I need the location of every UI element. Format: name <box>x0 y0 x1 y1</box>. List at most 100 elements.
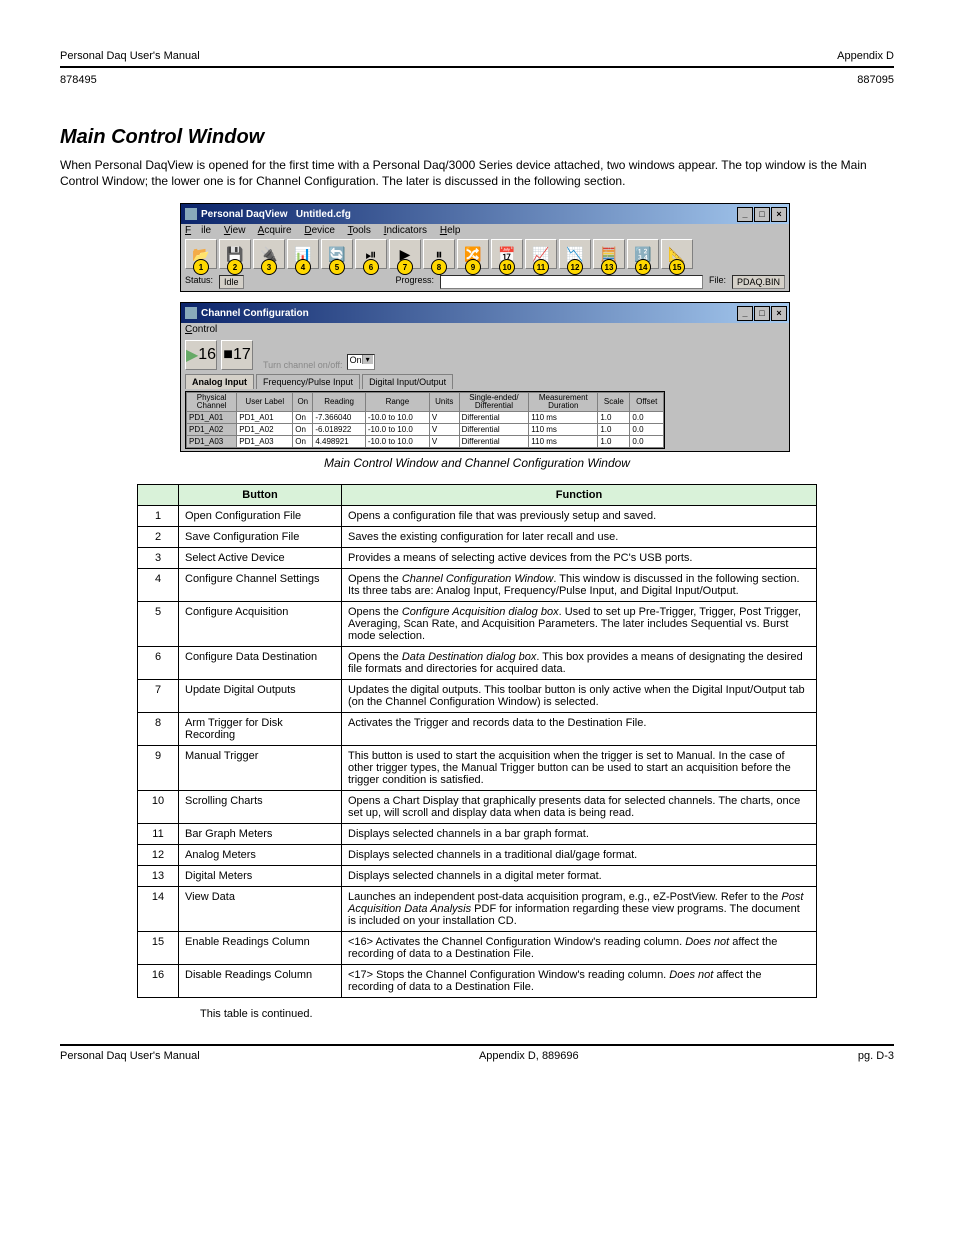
close-button[interactable]: × <box>771 306 787 321</box>
desc-num: 1 <box>138 506 179 527</box>
desc-row: 1Open Configuration FileOpens a configur… <box>138 506 817 527</box>
toolbar-button-8[interactable]: ⏸8 <box>423 239 455 269</box>
desc-function: Activates the Trigger and records data t… <box>342 713 817 746</box>
col-header: Offset <box>630 393 664 412</box>
file-label: File: <box>709 275 726 289</box>
desc-num: 5 <box>138 602 179 647</box>
toolbar-button-9[interactable]: 🔀9 <box>457 239 489 269</box>
maximize-button[interactable]: □ <box>754 306 770 321</box>
desc-function: Opens the Data Destination dialog box. T… <box>342 647 817 680</box>
desc-num: 2 <box>138 527 179 548</box>
col-header: MeasurementDuration <box>529 393 598 412</box>
channel-grid[interactable]: PhysicalChannelUser LabelOnReadingRangeU… <box>185 391 665 449</box>
close-button[interactable]: × <box>771 207 787 222</box>
menubar: Control <box>181 323 789 336</box>
minimize-button[interactable]: _ <box>737 306 753 321</box>
toolbar-button-5[interactable]: 🔄5 <box>321 239 353 269</box>
progress-label: Progress: <box>396 275 435 289</box>
minimize-button[interactable]: _ <box>737 207 753 222</box>
desc-num: 3 <box>138 548 179 569</box>
desc-button-name: Open Configuration File <box>179 506 342 527</box>
menu-control[interactable]: Control <box>185 324 217 335</box>
toolbar-button-10[interactable]: 📅10 <box>491 239 523 269</box>
desc-num: 11 <box>138 824 179 845</box>
toolbar-button-1[interactable]: 📂1 <box>185 239 217 269</box>
header-right: Appendix D <box>837 50 894 62</box>
table-row[interactable]: PD1_A03PD1_A03On4.498921-10.0 to 10.0VDi… <box>187 436 664 448</box>
toolbar-button-4[interactable]: 📊4 <box>287 239 319 269</box>
desc-button-name: Bar Graph Meters <box>179 824 342 845</box>
cell: PD1_A03 <box>187 436 237 448</box>
toolbar-button-13[interactable]: 🧮13 <box>593 239 625 269</box>
menu-help[interactable]: Help <box>440 225 461 236</box>
toolbar-button-7[interactable]: ▶7 <box>389 239 421 269</box>
channel-config-window-screenshot: Channel Configuration _ □ × Control ▶ 16… <box>180 302 790 452</box>
desc-num: 12 <box>138 845 179 866</box>
enable-readings-button[interactable]: ▶ 16 <box>185 340 217 370</box>
badge: 1 <box>193 259 209 275</box>
toolbar-button-11[interactable]: 📈11 <box>525 239 557 269</box>
cell: 1.0 <box>598 412 630 424</box>
desc-row: 12Analog MetersDisplays selected channel… <box>138 845 817 866</box>
figure-caption: Main Control Window and Channel Configur… <box>60 456 894 470</box>
desc-button-name: Arm Trigger for Disk Recording <box>179 713 342 746</box>
cell: On <box>293 424 313 436</box>
disable-readings-button[interactable]: ■ 17 <box>221 340 253 370</box>
desc-function: Displays selected channels in a digital … <box>342 866 817 887</box>
menu-tools[interactable]: Tools <box>348 225 371 236</box>
cell: -10.0 to 10.0 <box>365 424 429 436</box>
menu-indicators[interactable]: Indicators <box>384 225 427 236</box>
file-value: PDAQ.BIN <box>732 275 785 289</box>
desc-row: 4Configure Channel SettingsOpens the Cha… <box>138 569 817 602</box>
tab-digital-io[interactable]: Digital Input/Output <box>362 374 453 389</box>
badge: 11 <box>533 259 549 275</box>
badge: 12 <box>567 259 583 275</box>
desc-row: 10Scrolling ChartsOpens a Chart Display … <box>138 791 817 824</box>
page-footer: Personal Daq User's Manual Appendix D, 8… <box>60 1044 894 1062</box>
status-label: Status: <box>185 275 213 289</box>
menu-view[interactable]: View <box>224 225 246 236</box>
col-header: PhysicalChannel <box>187 393 237 412</box>
desc-button-name: View Data <box>179 887 342 932</box>
page-subheader: 878495 887095 <box>60 74 894 86</box>
menu-device[interactable]: Device <box>304 225 335 236</box>
title: Channel Configuration <box>201 308 309 319</box>
badge: 6 <box>363 259 379 275</box>
table-row[interactable]: PD1_A02PD1_A02On-6.018922-10.0 to 10.0VD… <box>187 424 664 436</box>
desc-function: Provides a means of selecting active dev… <box>342 548 817 569</box>
table-row[interactable]: PD1_A01PD1_A01On-7.366040-10.0 to 10.0VD… <box>187 412 664 424</box>
tab-frequency-pulse-input[interactable]: Frequency/Pulse Input <box>256 374 360 389</box>
stop-icon: ■ <box>223 346 233 364</box>
subheader-left: 878495 <box>60 74 97 86</box>
menu-acquire[interactable]: Acquire <box>258 225 292 236</box>
desc-row: 15Enable Readings Column<16> Activates t… <box>138 932 817 965</box>
toolbar-button-12[interactable]: 📉12 <box>559 239 591 269</box>
tab-analog-input[interactable]: Analog Input <box>185 374 254 389</box>
turn-channel-select[interactable]: On <box>347 354 375 370</box>
toolbar-button-2[interactable]: 💾2 <box>219 239 251 269</box>
desc-row: 16Disable Readings Column<17> Stops the … <box>138 965 817 998</box>
toolbar-button-6[interactable]: ⏯6 <box>355 239 387 269</box>
cell: V <box>429 436 459 448</box>
maximize-button[interactable]: □ <box>754 207 770 222</box>
desc-button-name: Digital Meters <box>179 866 342 887</box>
menu-file[interactable]: File <box>185 225 211 236</box>
cell: V <box>429 412 459 424</box>
col-header: Single-ended/Differential <box>459 393 529 412</box>
cell: 0.0 <box>630 436 664 448</box>
col-header: Units <box>429 393 459 412</box>
toolbar-button-15[interactable]: 📐15 <box>661 239 693 269</box>
page-header: Personal Daq User's Manual Appendix D <box>60 50 894 68</box>
toolbar-button-14[interactable]: 🔢14 <box>627 239 659 269</box>
desc-button-name: Configure Data Destination <box>179 647 342 680</box>
desc-row: 7Update Digital OutputsUpdates the digit… <box>138 680 817 713</box>
desc-function: <16> Activates the Channel Configuration… <box>342 932 817 965</box>
desc-num: 15 <box>138 932 179 965</box>
cell: Differential <box>459 436 529 448</box>
cell: -10.0 to 10.0 <box>365 412 429 424</box>
button-description-table: ButtonFunction1Open Configuration FileOp… <box>137 484 817 998</box>
desc-function: Opens the Configure Acquisition dialog b… <box>342 602 817 647</box>
desc-row: 5Configure AcquisitionOpens the Configur… <box>138 602 817 647</box>
toolbar-button-3[interactable]: 🔌3 <box>253 239 285 269</box>
cell: PD1_A02 <box>187 424 237 436</box>
